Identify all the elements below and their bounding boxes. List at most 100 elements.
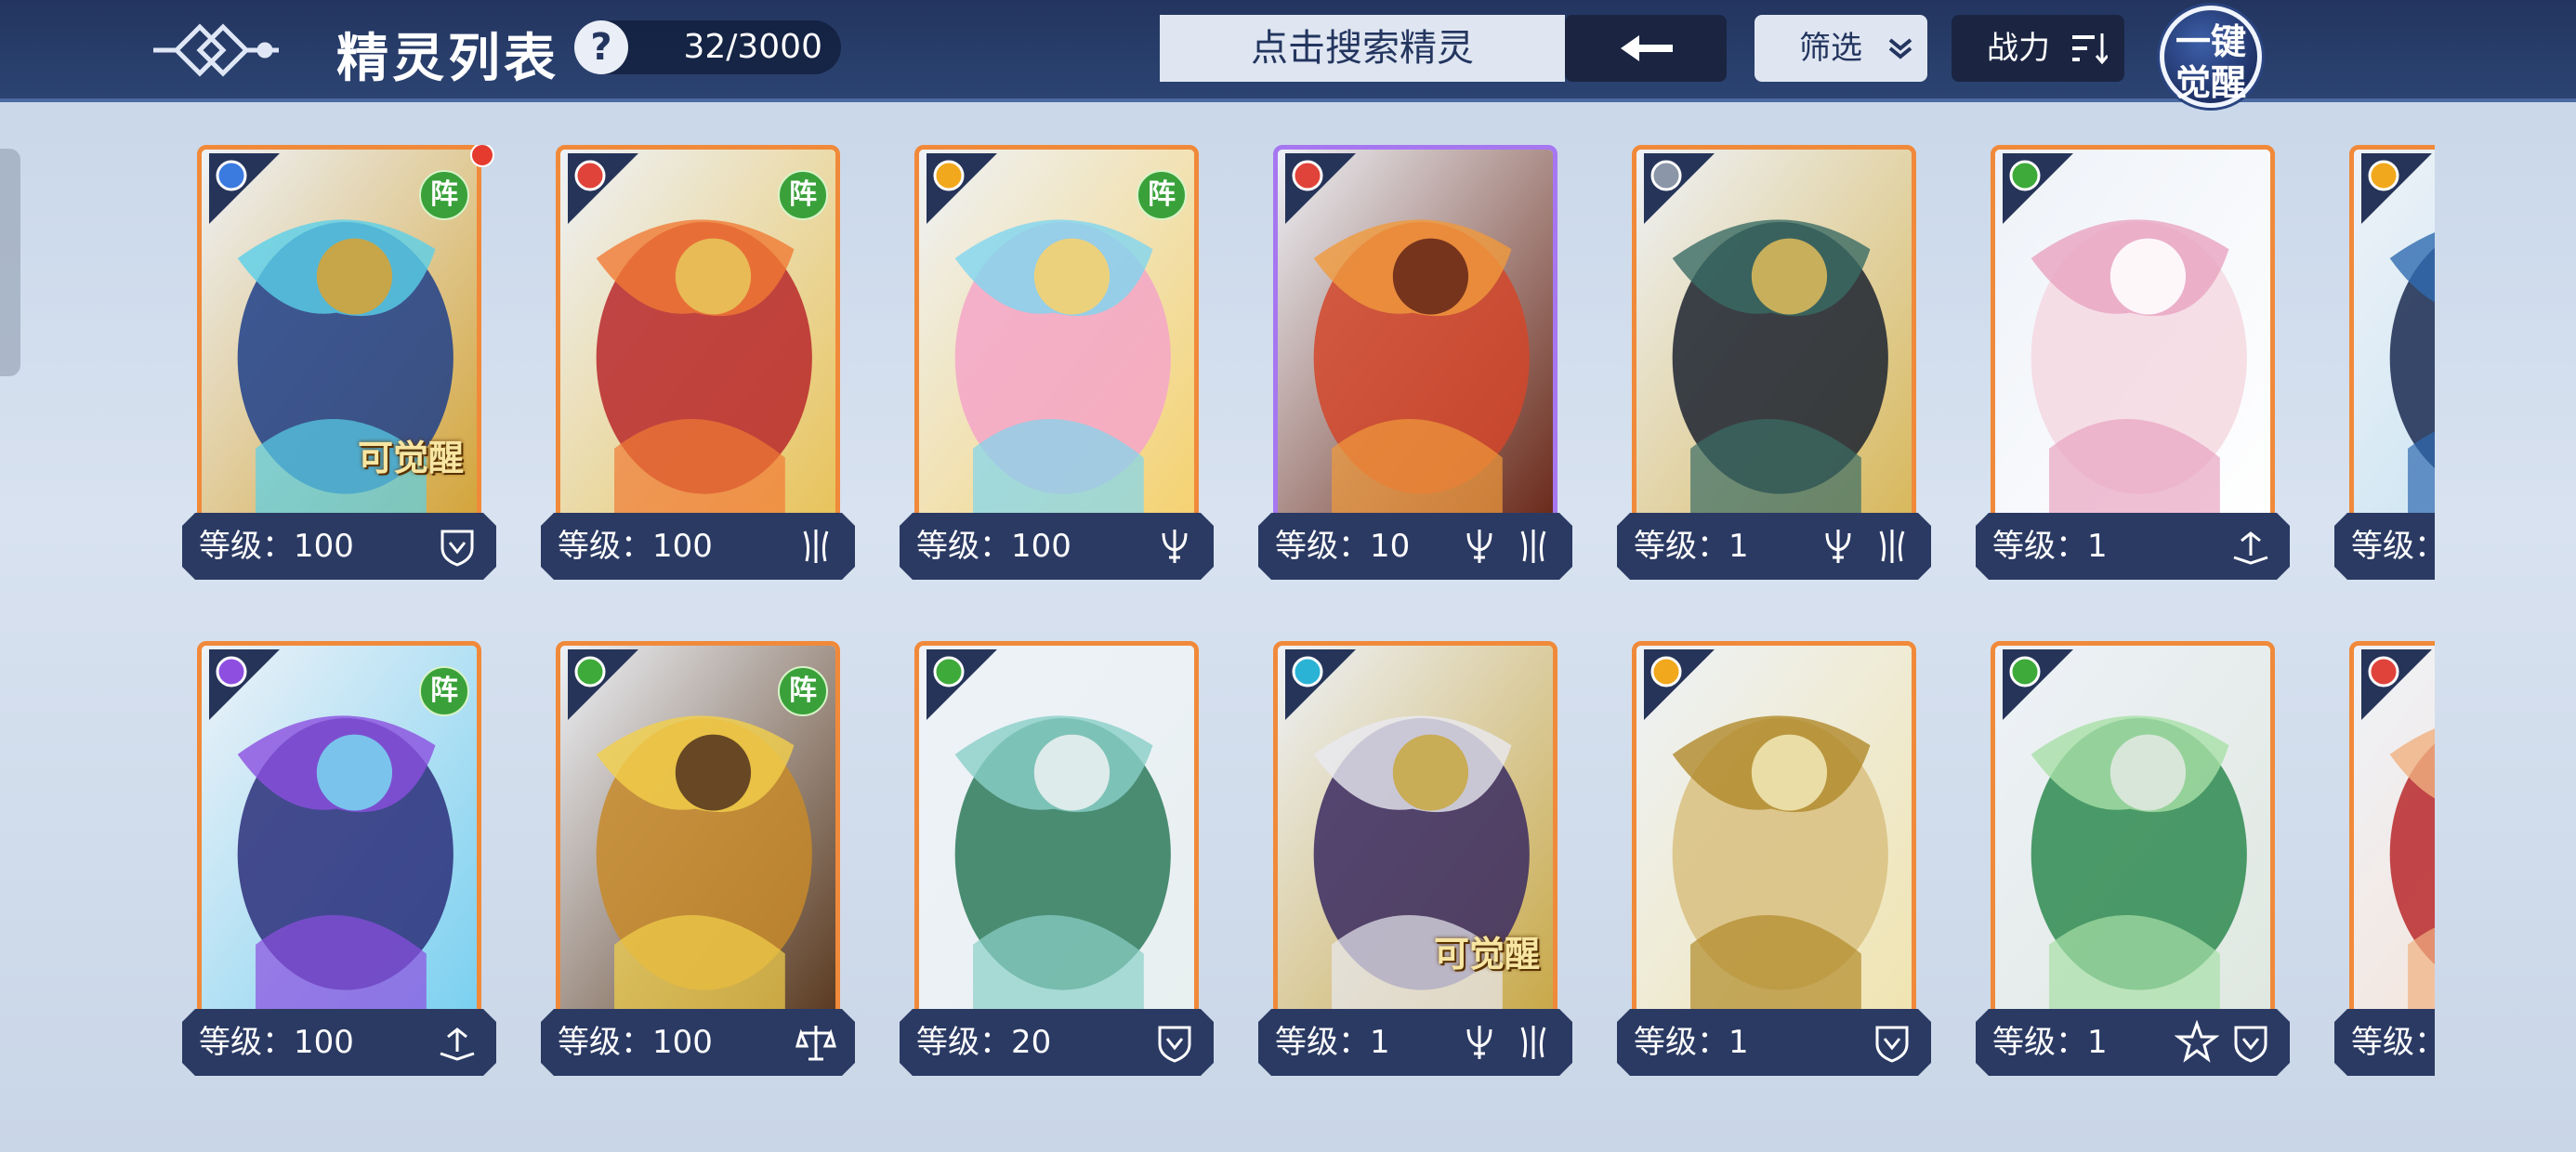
wind-element-icon	[1644, 153, 1715, 224]
spirit-level: 等级：100	[558, 528, 713, 565]
trait-badge	[1457, 1020, 1502, 1065]
grass-element-icon	[2003, 153, 2073, 224]
card-level-bar: 等级：100	[541, 1009, 855, 1076]
sort-desc-icon	[2072, 33, 2108, 65]
spirit-card[interactable]: 等级：1	[1617, 145, 1931, 596]
spirit-card[interactable]: 阵等级：100	[900, 145, 1214, 596]
spirit-level: 等级：1	[1275, 1024, 1390, 1061]
back-arrow-button[interactable]	[1565, 15, 1727, 82]
awakenable-tag: 可觉醒	[1433, 934, 1540, 975]
shield-badge-icon	[440, 530, 474, 567]
filter-button[interactable]: 筛选	[1755, 15, 1927, 82]
awaken-line2: 觉醒	[2175, 62, 2246, 103]
book-badge-icon	[440, 1028, 475, 1061]
spirit-level: 等级：1	[1634, 1024, 1749, 1061]
sort-label: 战力	[1987, 30, 2050, 67]
search-input[interactable]: 点击搜索精灵	[1160, 15, 1565, 82]
trait-badge	[1511, 1020, 1556, 1065]
card-frame: 阵	[197, 641, 481, 1018]
card-level-bar: 等级：1	[1617, 513, 1931, 580]
trait-badge	[1511, 524, 1556, 569]
awakenable-tag: 可觉醒	[357, 438, 464, 478]
card-frame	[1632, 641, 1916, 1018]
formation-badge: 阵	[419, 666, 469, 716]
spirit-card[interactable]: 等级：1	[1976, 641, 2290, 1093]
card-frame	[2349, 145, 2435, 522]
card-frame	[1991, 145, 2275, 522]
formation-badge: 阵	[419, 170, 469, 220]
claw-badge-icon	[803, 530, 829, 563]
card-frame: 可觉醒	[1273, 641, 1557, 1018]
trait-badge	[1870, 524, 1914, 569]
left-arrow-icon	[1621, 35, 1673, 61]
trait-badge	[435, 1020, 480, 1065]
shield-badge-icon	[2234, 1026, 2267, 1063]
spirit-level: 等级：100	[199, 528, 354, 565]
claw-badge-icon	[1520, 530, 1546, 563]
card-level-bar: 等级：1	[1617, 1009, 1931, 1076]
card-level-bar: 等级：	[2334, 1009, 2435, 1076]
spirit-card[interactable]: 阵等级：100	[541, 641, 855, 1093]
grass-element-icon	[568, 649, 638, 720]
formation-badge: 阵	[1137, 170, 1187, 220]
card-frame	[914, 641, 1199, 1018]
spirit-card[interactable]: 阵等级：100	[182, 641, 496, 1093]
card-frame: 阵	[914, 145, 1199, 522]
trident-badge-icon	[1825, 530, 1851, 563]
spirit-card[interactable]: 等级：1	[1976, 145, 2290, 596]
claw-badge-icon	[1879, 530, 1905, 563]
card-level-bar: 等级：100	[182, 1009, 496, 1076]
card-frame: 阵可觉醒	[197, 145, 481, 522]
card-level-bar: 等级：100	[900, 513, 1214, 580]
shield-badge-icon	[1875, 1026, 1909, 1063]
claw-badge-icon	[1520, 1026, 1546, 1059]
spirit-card[interactable]: 等级：	[2334, 145, 2435, 596]
scale-badge-icon	[795, 1026, 836, 1061]
spirit-grid[interactable]: 阵可觉醒等级：100阵等级：100阵等级：100等级：10等级：1等级：1等级：…	[182, 145, 2435, 1111]
help-button[interactable]: ?	[574, 20, 628, 74]
spirit-card[interactable]: 等级：20	[900, 641, 1214, 1093]
trait-badge	[2228, 524, 2273, 569]
spirit-level: 等级：	[2351, 1024, 2435, 1061]
grass-element-icon	[2003, 649, 2073, 720]
filter-label: 筛选	[1799, 30, 1862, 67]
spirit-card[interactable]: 阵可觉醒等级：100	[182, 145, 496, 596]
ice-element-icon	[1285, 649, 1356, 720]
card-level-bar: 等级：100	[541, 513, 855, 580]
trait-badge	[2174, 1019, 2220, 1065]
fire-element-icon	[568, 153, 638, 224]
card-level-bar: 等级：1	[1258, 1009, 1572, 1076]
spirit-card[interactable]: 等级：1	[1617, 641, 1931, 1093]
spirit-card[interactable]: 可觉醒等级：1	[1258, 641, 1572, 1093]
notification-dot	[470, 145, 494, 167]
spirit-level: 等级：100	[916, 528, 1071, 565]
spirit-level: 等级：1	[1634, 528, 1749, 565]
trait-badge	[1870, 1020, 1914, 1065]
trait-badge	[1816, 524, 1860, 569]
back-emblem-icon[interactable]	[149, 13, 279, 87]
card-level-bar: 等级：1	[1976, 513, 2290, 580]
trait-badge	[435, 524, 480, 569]
awaken-line1: 一键	[2175, 21, 2246, 62]
light-element-icon	[927, 153, 997, 224]
card-frame	[1632, 145, 1916, 522]
spirit-level: 等级：1	[1992, 1024, 2108, 1061]
one-click-awaken-button[interactable]: 一键 觉醒	[2160, 6, 2262, 108]
card-frame: 阵	[556, 145, 840, 522]
card-frame	[1273, 145, 1557, 522]
book-badge-icon	[2233, 531, 2268, 565]
spirit-level: 等级：1	[1992, 528, 2108, 565]
spirit-card[interactable]: 阵等级：100	[541, 145, 855, 596]
spirit-card[interactable]: 等级：	[2334, 641, 2435, 1093]
card-frame	[2349, 641, 2435, 1018]
card-level-bar: 等级：	[2334, 513, 2435, 580]
card-level-bar: 等级：10	[1258, 513, 1572, 580]
trait-badge	[794, 524, 838, 569]
trait-badge	[2228, 1020, 2273, 1065]
spirit-card[interactable]: 等级：10	[1258, 145, 1572, 596]
fire-element-icon	[2361, 649, 2432, 720]
trident-badge-icon	[1162, 530, 1188, 563]
sort-button[interactable]: 战力	[1952, 15, 2124, 82]
side-drawer-handle[interactable]	[0, 149, 20, 376]
spirit-level: 等级：	[2351, 528, 2435, 565]
